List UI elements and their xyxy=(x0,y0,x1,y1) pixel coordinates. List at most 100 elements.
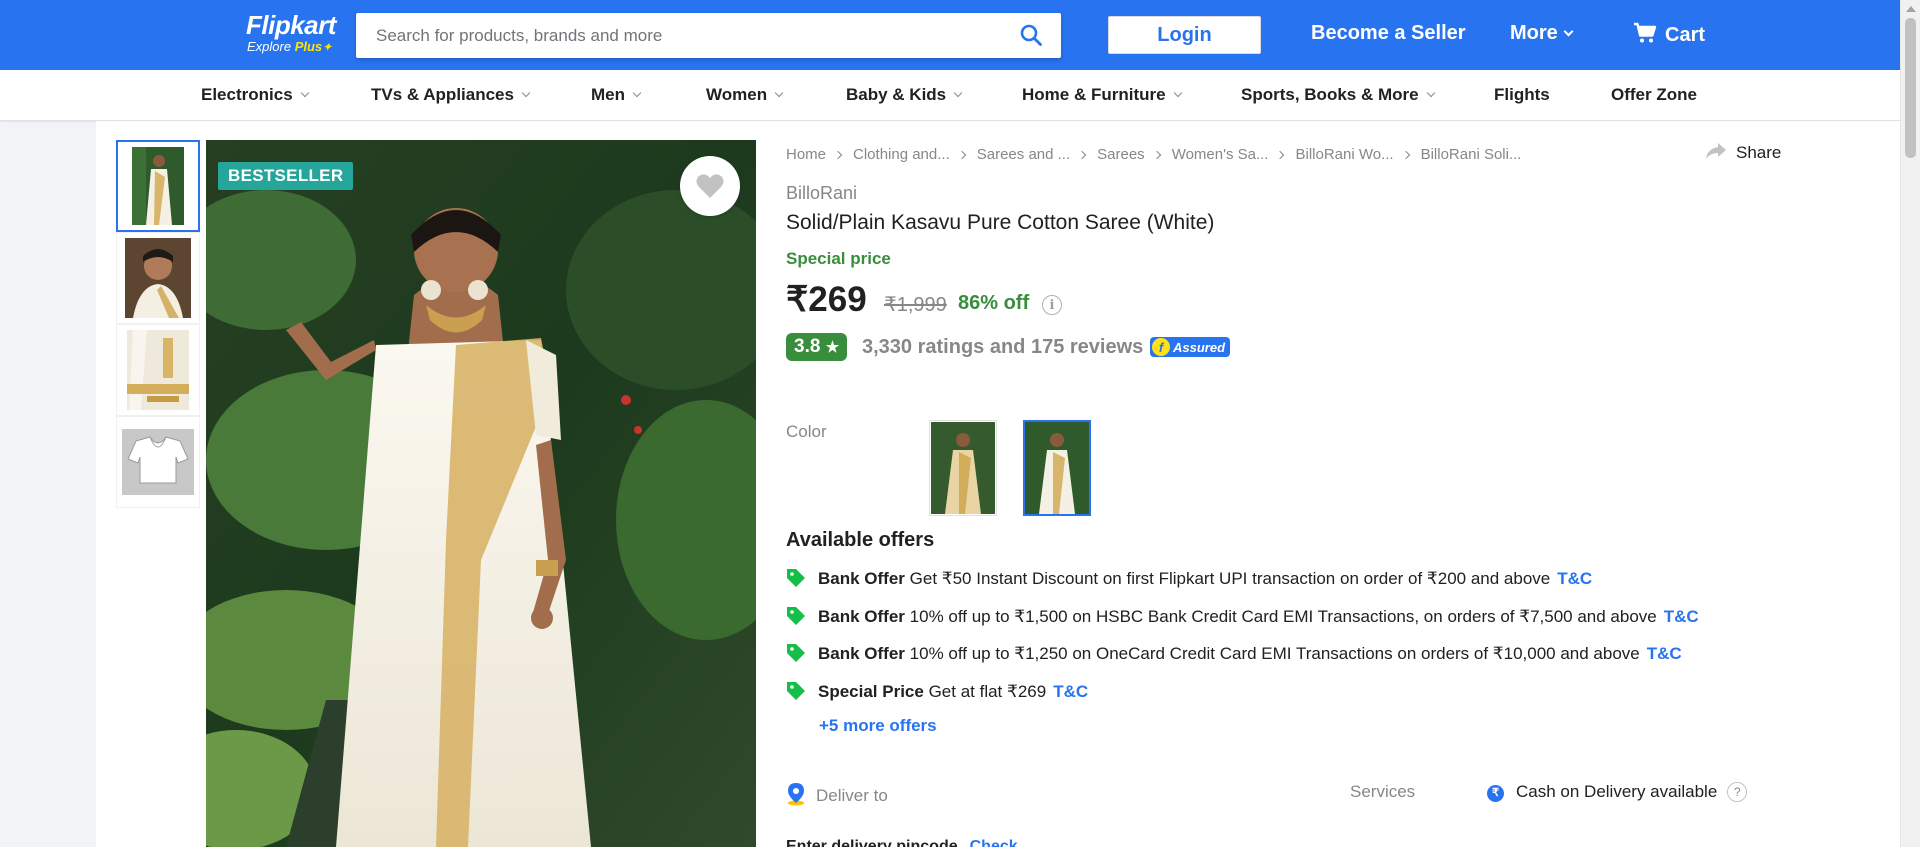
breadcrumb-item[interactable]: Home xyxy=(786,146,826,163)
color-swatch-white[interactable] xyxy=(1023,420,1091,516)
chevron-right-icon xyxy=(833,150,843,160)
star-icon: ★ xyxy=(825,339,840,356)
breadcrumb-item[interactable]: Sarees xyxy=(1097,146,1145,163)
chevron-down-icon xyxy=(1426,88,1435,98)
cod-text: Cash on Delivery available xyxy=(1516,782,1718,801)
nav-home-furniture[interactable]: Home & Furniture xyxy=(1022,85,1182,105)
nav-flights[interactable]: Flights xyxy=(1494,85,1550,105)
scrollbar-thumb[interactable] xyxy=(1905,18,1916,158)
breadcrumb-item[interactable]: Clothing and... xyxy=(853,146,950,163)
category-nav: Electronics TVs & Appliances Men Women B… xyxy=(0,70,1900,121)
nav-label: Baby & Kids xyxy=(846,85,947,104)
thumbnail-blouse[interactable] xyxy=(116,416,200,508)
available-offers-heading: Available offers xyxy=(786,529,935,551)
more-label: More xyxy=(1510,22,1558,44)
chevron-down-icon xyxy=(1173,88,1182,98)
saree-model-image xyxy=(206,140,756,847)
more-offers-link[interactable]: +5 more offers xyxy=(819,716,937,736)
offer-type: Special Price xyxy=(818,682,924,701)
chevron-down-icon xyxy=(300,88,309,98)
breadcrumb-item[interactable]: BilloRani Soli... xyxy=(1421,146,1522,163)
page-scrollbar[interactable] xyxy=(1900,0,1920,847)
breadcrumb-item[interactable]: Women's Sa... xyxy=(1172,146,1269,163)
location-pin-icon xyxy=(788,783,804,806)
color-swatch-cream[interactable] xyxy=(929,420,997,516)
deliver-to: Deliver to xyxy=(786,782,888,806)
logo-brand: Flipkart xyxy=(246,10,336,40)
search-input[interactable] xyxy=(356,13,976,58)
thumbnail-saree-portrait[interactable] xyxy=(116,232,200,324)
offer-tag-icon xyxy=(787,644,805,662)
nav-label: Women xyxy=(706,85,768,104)
help-icon[interactable]: ? xyxy=(1727,782,1748,802)
nav-tvs-appliances[interactable]: TVs & Appliances xyxy=(371,85,531,105)
pincode-row: Enter delivery pincode Check xyxy=(786,838,1018,847)
login-button[interactable]: Login xyxy=(1108,16,1261,54)
share-label: Share xyxy=(1736,143,1782,162)
pincode-input[interactable]: Enter delivery pincode xyxy=(786,838,958,847)
portrait-image xyxy=(125,238,191,318)
rating-badge[interactable]: 3.8 ★ xyxy=(786,333,848,361)
discount-percent: 86% off xyxy=(958,292,1030,314)
search-icon[interactable] xyxy=(1019,23,1043,47)
logo-sub-plus: Plus xyxy=(294,39,323,54)
offer-tc-link[interactable]: T&C xyxy=(1647,644,1682,663)
share-icon xyxy=(1706,143,1726,159)
offer-type: Bank Offer xyxy=(818,607,905,626)
offer-item: Bank Offer Get ₹50 Instant Discount on f… xyxy=(786,568,1592,589)
nav-men[interactable]: Men xyxy=(591,85,642,105)
fabric-image xyxy=(127,330,189,410)
thumbnail-saree-full[interactable] xyxy=(116,140,200,232)
offer-item: Bank Offer 10% off up to ₹1,500 on HSBC … xyxy=(786,606,1699,627)
offer-tc-link[interactable]: T&C xyxy=(1664,607,1699,626)
offer-tag-icon xyxy=(787,569,805,587)
offer-tag-icon xyxy=(787,682,805,700)
nav-baby-kids[interactable]: Baby & Kids xyxy=(846,85,963,105)
chevron-down-icon xyxy=(1563,26,1574,37)
offer-tc-link[interactable]: T&C xyxy=(1557,569,1592,588)
share-button[interactable]: Share xyxy=(1706,143,1781,163)
breadcrumb-item[interactable]: BilloRani Wo... xyxy=(1295,146,1393,163)
cart-link[interactable]: Cart xyxy=(1633,22,1705,47)
heart-icon xyxy=(696,174,724,198)
main-product-image[interactable] xyxy=(206,140,756,847)
cod-info: ₹ Cash on Delivery available? xyxy=(1487,782,1748,802)
nav-offer-zone[interactable]: Offer Zone xyxy=(1611,85,1697,105)
product-price: ₹269 xyxy=(786,280,867,319)
offer-text: 10% off up to ₹1,250 on OneCard Credit C… xyxy=(909,644,1640,663)
top-header: Flipkart Explore Plus✦ Login Become a Se… xyxy=(0,0,1900,70)
deliver-to-label: Deliver to xyxy=(816,786,888,805)
more-menu[interactable]: More xyxy=(1510,22,1574,45)
offer-tc-link[interactable]: T&C xyxy=(1053,682,1088,701)
check-button[interactable]: Check xyxy=(970,838,1018,847)
offer-type: Bank Offer xyxy=(818,644,905,663)
breadcrumb-item[interactable]: Sarees and ... xyxy=(977,146,1070,163)
cart-label: Cart xyxy=(1665,24,1706,46)
nav-women[interactable]: Women xyxy=(706,85,784,105)
brand-name[interactable]: BilloRani xyxy=(786,183,857,204)
become-seller-link[interactable]: Become a Seller xyxy=(1311,22,1466,45)
nav-label: Electronics xyxy=(201,85,293,104)
offer-text: Get ₹50 Instant Discount on first Flipka… xyxy=(909,569,1551,588)
nav-sports-books[interactable]: Sports, Books & More xyxy=(1241,85,1435,105)
chevron-right-icon xyxy=(1401,150,1410,160)
wishlist-button[interactable] xyxy=(680,156,740,216)
flipkart-logo[interactable]: Flipkart Explore Plus✦ xyxy=(246,10,336,54)
info-icon[interactable]: i xyxy=(1042,295,1062,315)
mrp-price: ₹1,999 xyxy=(884,294,947,316)
offer-item: Special Price Get at flat ₹269 T&C xyxy=(786,681,1088,702)
offer-item: Bank Offer 10% off up to ₹1,250 on OneCa… xyxy=(786,643,1682,664)
product-title: Solid/Plain Kasavu Pure Cotton Saree (Wh… xyxy=(786,211,1215,234)
plus-icon: ✦ xyxy=(322,40,333,54)
nav-label: TVs & Appliances xyxy=(371,85,514,104)
offer-tag-icon xyxy=(787,607,805,625)
ratings-reviews-count[interactable]: 3,330 ratings and 175 reviews xyxy=(862,336,1143,359)
breadcrumb: Home Clothing and... Sarees and ... Sarees W… xyxy=(786,146,1521,163)
chevron-down-icon xyxy=(521,88,531,98)
thumbnail-saree-fabric[interactable] xyxy=(116,324,200,416)
nav-electronics[interactable]: Electronics xyxy=(201,85,309,105)
scroll-up-arrow-icon[interactable] xyxy=(1906,6,1916,12)
rating-value: 3.8 xyxy=(794,336,821,357)
nav-label: Men xyxy=(591,85,625,104)
offer-text: 10% off up to ₹1,500 on HSBC Bank Credit… xyxy=(909,607,1657,626)
